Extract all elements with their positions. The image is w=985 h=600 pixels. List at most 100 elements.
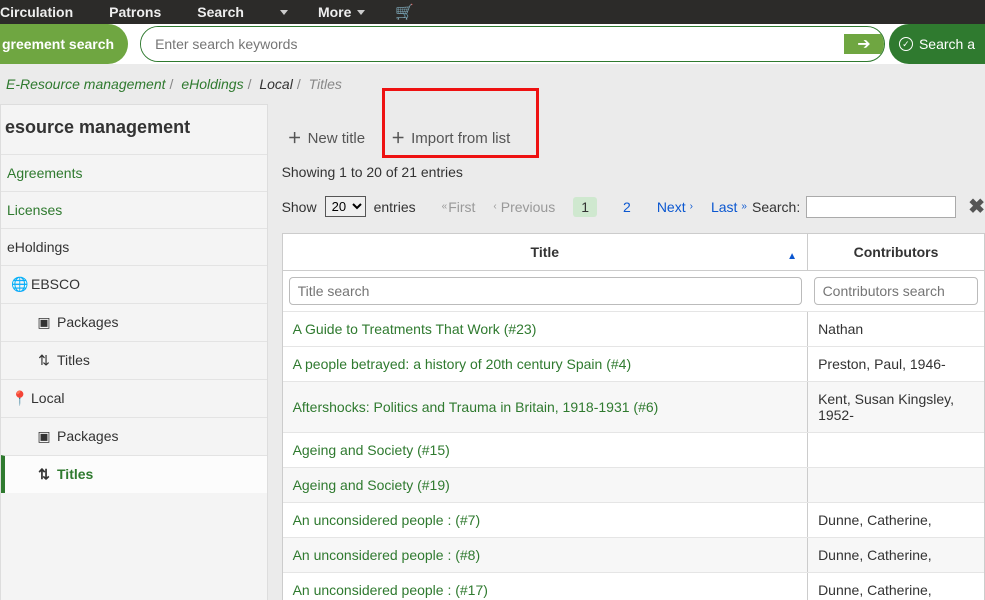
plus-icon: ＋ [391,128,405,148]
pager-first[interactable]: «First [442,199,476,215]
sort-icon: ⇅ [37,352,51,369]
search-scope-button[interactable]: ✓ Search a [889,24,985,64]
search-input[interactable] [141,27,844,61]
column-header-title[interactable]: Title ▲ [283,234,808,271]
sidebar-heading: esource management [1,105,267,154]
title-cell[interactable]: A people betrayed: a history of 20th cen… [283,347,808,382]
new-title-button[interactable]: ＋New title [288,128,366,148]
sidebar-item-label: Licenses [7,202,62,218]
contributors-cell: Kent, Susan Kingsley, 1952- [808,382,984,433]
table-row: An unconsidered people : (#7)Dunne, Cath… [283,503,984,538]
globe-icon: 🌐 [11,276,25,293]
title-cell[interactable]: Ageing and Society (#19) [283,468,808,503]
page-size-select[interactable]: 20 [325,196,366,217]
chevron-double-left-icon: « [442,201,445,212]
title-cell[interactable]: Aftershocks: Politics and Trauma in Brit… [283,382,808,433]
table-search-input[interactable] [806,196,956,218]
sidebar-item-packages[interactable]: ▣ Packages [1,417,267,455]
chevron-double-right-icon: » [741,201,744,212]
nav-dropdown-toggle[interactable] [262,10,300,15]
close-icon[interactable]: ✖ [968,194,985,219]
title-cell[interactable]: An unconsidered people : (#8) [283,538,808,573]
caret-down-icon [280,10,288,15]
table-controls: Show 20 entries «First ‹Previous 1 2 Nex… [282,190,985,227]
box-icon: ▣ [37,314,51,331]
contributors-cell: Dunne, Catherine, [808,538,984,573]
title-cell[interactable]: A Guide to Treatments That Work (#23) [283,312,808,347]
table-row: A people betrayed: a history of 20th cen… [283,347,984,382]
check-circle-icon: ✓ [899,37,913,51]
table-row: Aftershocks: Politics and Trauma in Brit… [283,382,984,433]
sidebar-item-label: Packages [57,314,118,330]
search-context-pill[interactable]: greement search [0,24,128,64]
contributors-cell: Dunne, Catherine, [808,503,984,538]
contributors-filter-input[interactable] [814,277,978,305]
breadcrumb-link[interactable]: Local [259,76,292,92]
table-row: Ageing and Society (#19) [283,468,984,503]
toolbar: ＋New title ＋Import from list [282,104,985,158]
table-row: An unconsidered people : (#17)Dunne, Cat… [283,573,984,600]
search-submit-button[interactable]: ➔ [844,34,884,54]
sidebar-item-titles[interactable]: ⇅Titles [1,455,267,493]
sidebar-item-ebsco[interactable]: 🌐 EBSCO [1,265,267,303]
title-filter-input[interactable] [289,277,802,305]
nav-circulation[interactable]: Circulation [0,0,91,24]
sidebar: esource management Agreements Licenses eHo… [0,104,268,600]
sidebar-item-licenses[interactable]: Licenses [1,191,267,228]
title-cell[interactable]: Ageing and Society (#15) [283,433,808,468]
pin-icon: 📍 [11,390,25,407]
titles-table: Title ▲ Contributors A Guide to Treatmen… [282,233,985,600]
pager-page-2[interactable]: 2 [615,197,639,217]
table-row: A Guide to Treatments That Work (#23)Nat… [283,312,984,347]
sidebar-item-eholdings[interactable]: eHoldings [1,228,267,265]
breadcrumb-link[interactable]: eHoldings [181,76,243,92]
chevron-right-icon: › [690,201,693,212]
sidebar-item-agreements[interactable]: Agreements [1,154,267,191]
contributors-cell: Dunne, Catherine, [808,573,984,600]
breadcrumb-current: Titles [309,76,342,92]
main-content: ＋New title ＋Import from list Showing 1 t… [268,104,985,600]
sidebar-item-local[interactable]: 📍 Local [1,379,267,417]
sort-asc-icon: ▲ [787,251,797,262]
sidebar-item-label: eHoldings [7,239,69,255]
sidebar-item-label: Local [31,390,64,406]
pager-next[interactable]: Next› [657,199,693,215]
nav-cart[interactable]: 🛒 [383,3,426,21]
contributors-cell [808,468,984,503]
pager-last[interactable]: Last» [711,199,744,215]
pager-page-1[interactable]: 1 [573,197,597,217]
nav-search[interactable]: Search [179,0,262,24]
title-cell[interactable]: An unconsidered people : (#17) [283,573,808,600]
search-input-container: ➔ [140,26,885,62]
column-header-contributors[interactable]: Contributors [808,234,984,271]
page-size-label: Show [282,199,317,215]
table-row: An unconsidered people : (#8)Dunne, Cath… [283,538,984,573]
sidebar-item-label: Packages [57,428,118,444]
search-bar: greement search ➔ ✓ Search a [0,24,985,64]
title-cell[interactable]: An unconsidered people : (#7) [283,503,808,538]
import-from-list-button[interactable]: ＋Import from list [391,128,510,148]
box-icon: ▣ [37,428,51,445]
table-search-label: Search: [752,199,800,215]
pager-prev[interactable]: ‹Previous [493,199,555,215]
arrow-right-icon: ➔ [857,34,870,54]
sidebar-item-titles[interactable]: ⇅Titles [1,341,267,379]
nav-patrons[interactable]: Patrons [91,0,179,24]
breadcrumb-link[interactable]: E-Resource management [6,76,166,92]
nav-more[interactable]: More [300,0,383,24]
table-info: Showing 1 to 20 of 21 entries [282,158,985,190]
contributors-cell [808,433,984,468]
chevron-left-icon: ‹ [493,201,496,212]
top-nav: Circulation Patrons Search More 🛒 [0,0,985,24]
plus-icon: ＋ [288,128,302,148]
pager: «First ‹Previous 1 2 Next› Last» [442,197,744,217]
cart-icon: 🛒 [395,3,414,21]
page-size-label-post: entries [374,199,416,215]
sidebar-item-packages[interactable]: ▣ Packages [1,303,267,341]
table-row: Ageing and Society (#15) [283,433,984,468]
sidebar-item-label: EBSCO [31,276,80,292]
breadcrumb: E-Resource management/ eHoldings/ Local/… [0,64,985,104]
contributors-cell: Preston, Paul, 1946- [808,347,984,382]
sort-icon: ⇅ [37,466,51,483]
sidebar-item-label: Agreements [7,165,82,181]
